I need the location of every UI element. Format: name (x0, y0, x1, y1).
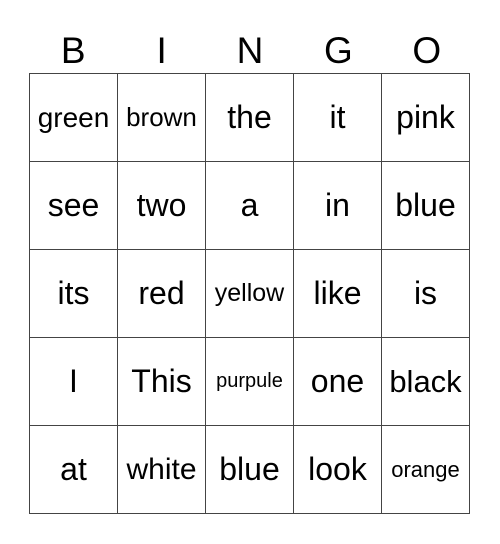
bingo-cell: is (381, 249, 470, 338)
header-letter: B (60, 30, 86, 71)
bingo-cell: two (117, 161, 206, 250)
bingo-cell: like (293, 249, 382, 338)
bingo-cell: look (293, 425, 382, 514)
bingo-cell: black (381, 337, 470, 426)
bingo-row: green brown the it pink (29, 73, 470, 162)
bingo-row: I This purpule one black (29, 337, 470, 426)
bingo-cell: This (117, 337, 206, 426)
bingo-cell: pink (381, 73, 470, 162)
bingo-cell: brown (117, 73, 206, 162)
bingo-cell: yellow (205, 249, 294, 338)
bingo-cell: green (29, 73, 118, 162)
bingo-cell: red (117, 249, 206, 338)
bingo-cell: white (117, 425, 206, 514)
bingo-cell: see (29, 161, 118, 250)
bingo-cell: one (293, 337, 382, 426)
bingo-cell: blue (205, 425, 294, 514)
bingo-cell: I (29, 337, 118, 426)
bingo-grid: green brown the it pink see two a in blue its red ye… (29, 73, 470, 514)
bingo-cell: purpule (205, 337, 294, 426)
bingo-row: at white blue look orange (29, 425, 470, 514)
bingo-row: see two a in blue (29, 161, 470, 250)
bingo-cell: in (293, 161, 382, 250)
header-letter: O (412, 30, 442, 71)
bingo-cell: orange (381, 425, 470, 514)
bingo-cell: blue (381, 161, 470, 250)
bingo-cell: at (29, 425, 118, 514)
bingo-cell: the (205, 73, 294, 162)
header-letter: G (323, 30, 353, 71)
bingo-cell: its (29, 249, 118, 338)
bingo-cell: it (293, 73, 382, 162)
header-letter: N (236, 30, 264, 71)
bingo-row: its red yellow like is (29, 249, 470, 338)
bingo-cell: a (205, 161, 294, 250)
header-letter: I (156, 30, 167, 71)
bingo-header: B I N G O (29, 30, 471, 72)
